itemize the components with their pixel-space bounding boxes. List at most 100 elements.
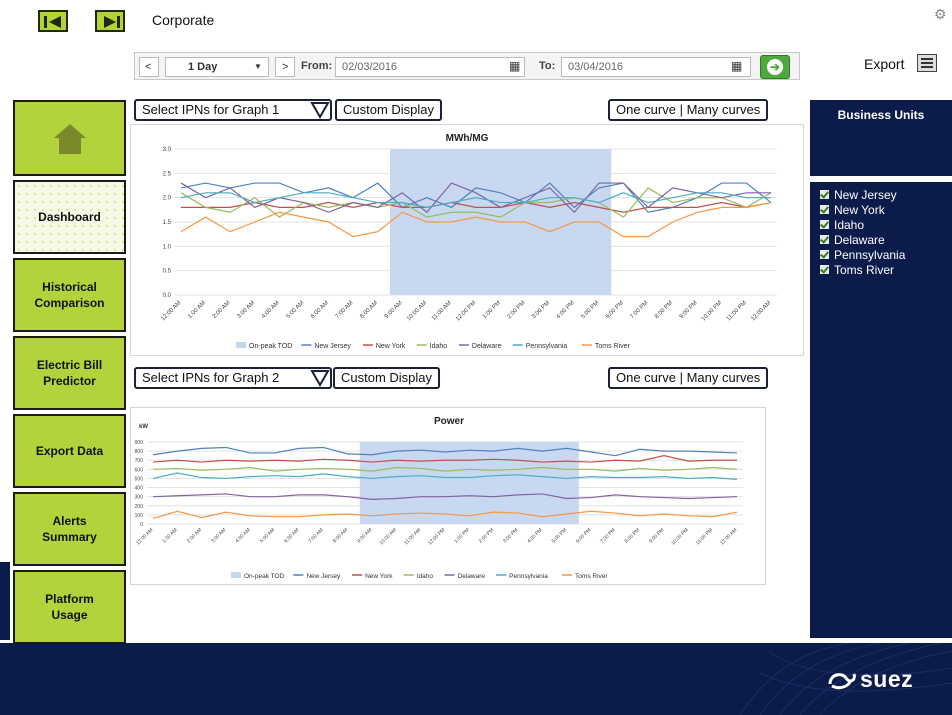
from-label: From: <box>301 60 333 72</box>
x-tick-label: 12:00 PM <box>427 527 446 546</box>
select-ipns-graph1-button[interactable]: Select IPNs for Graph 1 <box>134 99 332 121</box>
chart-mwh-mg: MWh/MG 0.0 0.5 1.0 1.5 2.0 2.5 3.0 12:00 AM 1:00 … <box>130 124 804 356</box>
y-tick-label: 1.5 <box>163 220 172 226</box>
x-tick-label: 5:00 PM <box>580 300 600 320</box>
x-tick-label: 12:00 PM <box>455 300 477 322</box>
business-unit-new-york[interactable]: New York <box>820 203 885 217</box>
custom-display-graph2-button[interactable]: Custom Display <box>333 367 441 389</box>
export-label[interactable]: Export <box>864 56 904 72</box>
business-unit-idaho[interactable]: Idaho <box>820 218 864 232</box>
curves-toggle-graph2[interactable]: One curve | Many curves <box>608 367 769 389</box>
x-tick-label: 5:00 AM <box>259 527 276 544</box>
x-tick-label: 4:00 PM <box>556 300 576 320</box>
arrow-left-icon <box>44 16 61 28</box>
sidebar-item-alerts-summary[interactable]: Alerts Summary <box>13 492 126 566</box>
business-unit-new-jersey[interactable]: New Jersey <box>820 188 897 202</box>
sidebar-item-electric-bill-predictor[interactable]: Electric Bill Predictor <box>13 336 126 410</box>
period-select-value: 1 Day <box>188 61 218 73</box>
x-tick-label: 4:00 AM <box>261 300 281 320</box>
calendar-icon[interactable]: ▦ <box>725 57 747 77</box>
sidebar-item-platform-usage[interactable]: Platform Usage <box>13 570 126 644</box>
checkbox-checked-icon[interactable] <box>820 235 829 244</box>
checkbox-checked-icon[interactable] <box>820 190 829 199</box>
legend-label: Pennsylvania <box>526 343 568 350</box>
apply-button[interactable]: ➔ <box>760 55 790 79</box>
to-date-field[interactable]: 03/04/2016 <box>561 57 751 77</box>
select-ipns-graph2-label: Select IPNs for Graph 2 <box>142 370 280 385</box>
menu-icon[interactable] <box>917 54 937 72</box>
business-units-list: New Jersey New York Idaho Delaware Penns… <box>810 180 952 638</box>
x-tick-label: 8:00 AM <box>332 527 349 544</box>
x-tick-label: 3:00 AM <box>210 527 227 544</box>
period-select[interactable]: 1 Day ▼ <box>165 57 269 77</box>
x-tick-label: 8:00 AM <box>359 300 379 320</box>
date-toolbar: < 1 Day ▼ > From: 02/03/2016 ▦ To: 03/04… <box>134 52 800 80</box>
y-tick-label: 0.0 <box>163 293 172 299</box>
business-unit-label: Delaware <box>834 233 885 247</box>
custom-display-graph1-button[interactable]: Custom Display <box>335 99 443 121</box>
back-button[interactable] <box>38 10 68 32</box>
chevron-down-icon: ▼ <box>254 62 262 71</box>
arrow-right-icon <box>104 16 120 28</box>
x-tick-label: 9:00 PM <box>648 527 665 544</box>
legend-label: On-peak TOD <box>244 573 285 580</box>
suez-logo-icon <box>828 673 856 690</box>
business-unit-label: New York <box>834 203 885 217</box>
triangle-down-icon <box>310 102 330 119</box>
business-unit-pennsylvania[interactable]: Pennsylvania <box>820 248 905 262</box>
x-tick-label: 12:00 AM <box>160 300 182 322</box>
x-tick-label: 7:00 PM <box>599 527 616 544</box>
curves-toggle-graph1[interactable]: One curve | Many curves <box>608 99 769 121</box>
select-ipns-graph2-button[interactable]: Select IPNs for Graph 2 <box>134 367 332 389</box>
y-tick-label: 800 <box>135 449 144 455</box>
gear-icon[interactable]: ⚙ <box>934 6 947 23</box>
x-tick-label: 6:00 AM <box>283 527 300 544</box>
x-tick-label: 3:00 PM <box>502 527 519 544</box>
next-period-button[interactable]: > <box>275 57 295 77</box>
sidebar-item-export-data[interactable]: Export Data <box>13 414 126 488</box>
x-tick-label: 9:00 AM <box>356 527 373 544</box>
y-tick-label: 700 <box>135 458 144 464</box>
from-date-field[interactable]: 02/03/2016 <box>335 57 525 77</box>
chart-title: Power <box>434 416 464 427</box>
checkbox-checked-icon[interactable] <box>820 250 829 259</box>
x-tick-label: 2:00 AM <box>186 527 203 544</box>
legend-label: On-peak TOD <box>249 343 292 350</box>
x-tick-label: 10:00 PM <box>701 300 723 322</box>
business-unit-delaware[interactable]: Delaware <box>820 233 885 247</box>
y-tick-label: 0.5 <box>163 269 172 275</box>
x-tick-label: 1:00 PM <box>453 527 470 544</box>
legend-swatch <box>231 572 241 578</box>
legend-label: New York <box>376 343 406 350</box>
x-tick-label: 12:00 AM <box>750 300 772 322</box>
x-tick-label: 3:00 PM <box>531 300 551 320</box>
calendar-icon[interactable]: ▦ <box>503 57 525 77</box>
checkbox-checked-icon[interactable] <box>820 265 829 274</box>
checkbox-checked-icon[interactable] <box>820 220 829 229</box>
y-tick-label: 600 <box>135 467 144 473</box>
x-tick-label: 2:00 PM <box>507 300 527 320</box>
x-tick-label: 11:00 PM <box>726 300 748 322</box>
y-tick-label: 300 <box>135 495 144 501</box>
business-unit-toms-river[interactable]: Toms River <box>820 263 894 277</box>
previous-period-button[interactable]: < <box>139 57 159 77</box>
x-tick-label: 5:00 PM <box>551 527 568 544</box>
chart-mwh-mg-svg: MWh/MG0.00.51.01.52.02.53.012:00 AM 1:00 … <box>160 133 777 350</box>
x-tick-label: 4:00 AM <box>235 527 252 544</box>
sidebar-item-dashboard[interactable]: Dashboard <box>13 180 126 254</box>
y-tick-label: 900 <box>135 440 144 446</box>
sidebar-item-historical-comparison[interactable]: Historical Comparison <box>13 258 126 332</box>
legend-label: Toms River <box>595 343 631 350</box>
home-button[interactable] <box>13 100 126 176</box>
x-tick-label: 5:00 AM <box>286 300 306 320</box>
legend-label: Toms River <box>575 573 608 580</box>
legend-label: Pennsylvania <box>509 573 548 580</box>
x-tick-label: 2:00 PM <box>478 527 495 544</box>
sidebar-item-label: Electric Bill Predictor <box>36 358 103 388</box>
sidebar-item-label: Alerts Summary <box>42 514 97 544</box>
checkbox-checked-icon[interactable] <box>820 205 829 214</box>
chart-power: Power kW 0 100 200 300 400 500 600 700 800 900 12:00… <box>130 407 766 585</box>
x-tick-label: 3:00 AM <box>236 300 256 320</box>
forward-button[interactable] <box>95 10 125 32</box>
x-tick-label: 8:00 PM <box>624 527 641 544</box>
